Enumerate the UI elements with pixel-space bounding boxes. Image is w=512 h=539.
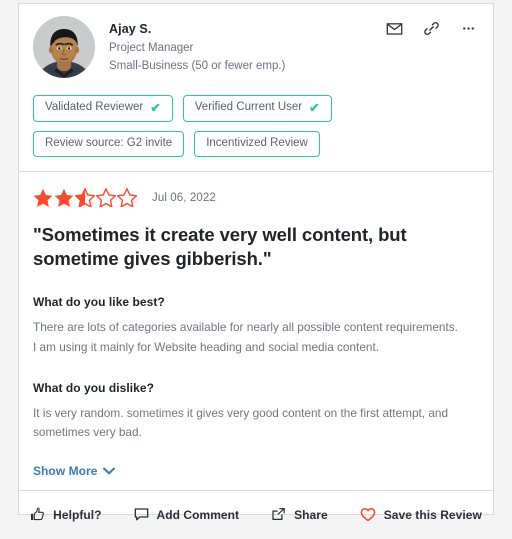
badge-label: Verified Current User: [194, 101, 303, 113]
review-date: Jul 06, 2022: [152, 192, 216, 204]
save-review-label: Save this Review: [383, 507, 482, 522]
badge-incentivized-review: Incentivized Review: [194, 130, 320, 157]
thumbs-up-icon: [30, 507, 45, 522]
answer-text: It is very random. sometimes it gives ve…: [33, 405, 449, 439]
chevron-down-icon: [103, 467, 116, 475]
badge-label: Validated Reviewer: [45, 101, 144, 113]
question-label: What do you like best?: [33, 295, 165, 310]
review-card: Ajay S. Project Manager Small-Business (…: [18, 3, 494, 522]
review-body: Jul 06, 2022 "Sometimes it create very w…: [19, 172, 493, 490]
save-review-button[interactable]: Save this Review: [360, 507, 482, 522]
badge-label: Incentivized Review: [206, 136, 308, 149]
reviewer-role: Project Manager: [109, 41, 194, 54]
review-title: "Sometimes it create very well content, …: [33, 224, 407, 270]
review-header: Ajay S. Project Manager Small-Business (…: [19, 4, 493, 172]
answer-text: There are lots of categories available f…: [33, 320, 458, 354]
review-footer: Helpful? Add Comment Share Save this Rev…: [19, 489, 493, 539]
show-more-label: Show More: [33, 463, 98, 478]
badge-validated-reviewer: Validated Reviewer ✔: [33, 95, 173, 122]
badge-list: Validated Reviewer ✔ Verified Current Us…: [33, 95, 479, 157]
helpful-button[interactable]: Helpful?: [30, 507, 101, 522]
share-button[interactable]: Share: [271, 507, 328, 522]
show-more-button[interactable]: Show More: [33, 463, 116, 478]
reviewer-name: Ajay S.: [109, 22, 152, 36]
share-icon: [271, 507, 286, 522]
star-rating: [33, 188, 143, 208]
badge-review-source: Review source: G2 invite: [33, 130, 185, 157]
add-comment-label: Add Comment: [156, 507, 240, 522]
header-actions: [386, 20, 477, 37]
section-like-best: What do you like best? There are lots of…: [33, 295, 479, 356]
avatar: [33, 16, 95, 78]
reviewer-meta: Ajay S. Project Manager Small-Business (…: [109, 16, 285, 76]
rating-row: Jul 06, 2022: [33, 188, 479, 208]
question-label: What do you dislike?: [33, 380, 155, 395]
share-label: Share: [294, 507, 328, 522]
helpful-label: Helpful?: [53, 507, 102, 522]
add-comment-button[interactable]: Add Comment: [134, 507, 240, 522]
more-options-icon[interactable]: [460, 20, 477, 37]
reviewer-company-size: Small-Business (50 or fewer emp.): [109, 59, 286, 72]
badge-verified-current-user: Verified Current User ✔: [182, 95, 332, 122]
link-icon[interactable]: [423, 20, 440, 37]
section-dislike: What do you dislike? It is very random. …: [33, 381, 479, 442]
email-icon[interactable]: [386, 20, 403, 37]
badge-label: Review source: G2 invite: [45, 136, 173, 149]
heart-icon: [360, 507, 376, 522]
comment-icon: [134, 507, 149, 522]
